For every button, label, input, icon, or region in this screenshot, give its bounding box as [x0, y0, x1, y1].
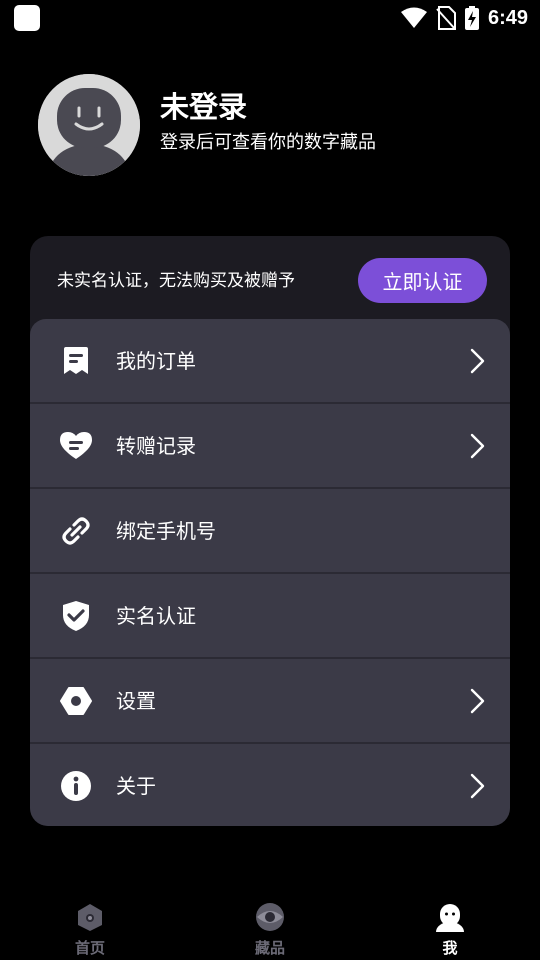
verify-banner: 未实名认证，无法购买及被赠予 立即认证 — [30, 236, 510, 326]
no-sim-icon — [436, 6, 456, 30]
bottom-nav: 首页 藏品 我 — [0, 890, 540, 960]
chevron-right-icon — [470, 688, 485, 714]
battery-charging-icon — [464, 6, 479, 30]
home-icon — [78, 904, 102, 931]
nav-tab-me[interactable]: 我 — [400, 900, 500, 960]
status-time: 6:49 — [487, 6, 528, 29]
menu-label-bind-phone: 绑定手机号 — [116, 519, 216, 543]
menu-label-about: 关于 — [116, 774, 156, 798]
collection-icon — [256, 903, 284, 931]
profile-page: 6:49 未登录 登录后可查看你的数字藏品 未实名认证，无法购买及被赠予 立即认… — [0, 0, 540, 960]
verify-now-button[interactable]: 立即认证 — [358, 258, 487, 303]
info-icon — [60, 770, 92, 802]
profile-icon — [436, 904, 464, 932]
menu-label-real-name-verify: 实名认证 — [116, 604, 196, 628]
verify-notice: 未实名认证，无法购买及被赠予 — [57, 271, 295, 291]
link-icon — [60, 515, 92, 547]
menu-label-orders: 我的订单 — [116, 349, 196, 373]
profile-subtitle: 登录后可查看你的数字藏品 — [160, 132, 376, 153]
menu-item-about[interactable]: 关于 — [30, 744, 510, 826]
nav-label-home: 首页 — [74, 939, 105, 957]
menu-label-transfer-records: 转赠记录 — [116, 434, 196, 458]
nav-tab-home[interactable]: 首页 — [40, 900, 140, 960]
account-card: 未实名认证，无法购买及被赠予 立即认证 我的订单 转赠记录 绑定手机号 实名认证… — [30, 236, 510, 826]
nav-tab-collection[interactable]: 藏品 — [220, 900, 320, 960]
menu-list: 我的订单 转赠记录 绑定手机号 实名认证 设置 关于 — [30, 319, 510, 826]
status-bar: 6:49 — [0, 0, 540, 38]
chevron-right-icon — [470, 433, 485, 459]
menu-label-settings: 设置 — [116, 689, 156, 713]
receipt-icon — [60, 345, 92, 377]
menu-item-orders[interactable]: 我的订单 — [30, 319, 510, 404]
chevron-right-icon — [470, 348, 485, 374]
profile-name: 未登录 — [160, 90, 248, 124]
hexagon-settings-icon — [60, 685, 92, 717]
shield-check-icon — [60, 600, 92, 632]
app-icon — [14, 5, 40, 31]
menu-item-bind-phone[interactable]: 绑定手机号 — [30, 489, 510, 574]
heart-gift-icon — [60, 430, 92, 462]
status-icons: 6:49 — [400, 4, 528, 32]
nav-label-me: 我 — [442, 939, 458, 957]
menu-item-settings[interactable]: 设置 — [30, 659, 510, 744]
profile-header[interactable]: 未登录 登录后可查看你的数字藏品 — [38, 74, 508, 176]
menu-item-real-name-verify[interactable]: 实名认证 — [30, 574, 510, 659]
wifi-icon — [400, 7, 427, 28]
nav-label-collection: 藏品 — [254, 939, 285, 957]
menu-item-transfer-records[interactable]: 转赠记录 — [30, 404, 510, 489]
chevron-right-icon — [470, 773, 485, 799]
default-avatar-icon[interactable] — [38, 74, 140, 176]
